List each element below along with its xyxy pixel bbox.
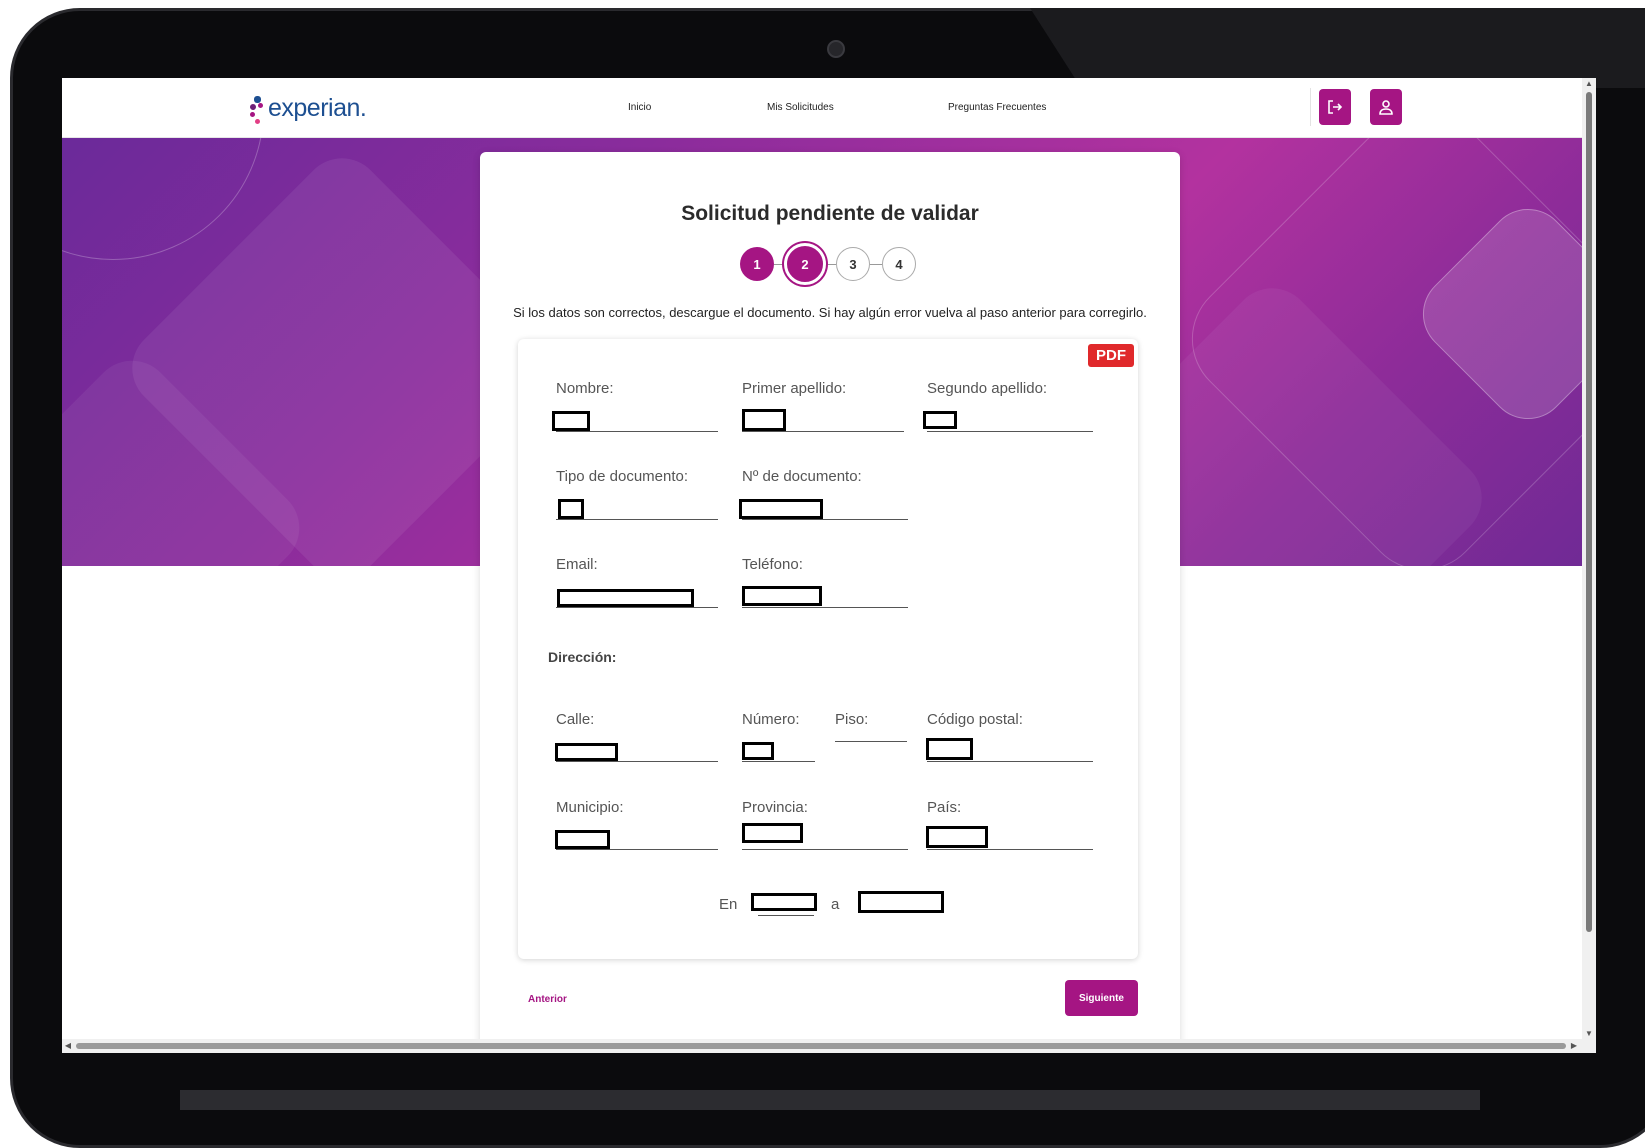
- step-1: 1: [740, 247, 774, 281]
- label-email: Email:: [556, 556, 598, 573]
- next-button[interactable]: Siguiente: [1065, 980, 1138, 1016]
- redacted-calle: [555, 743, 618, 761]
- footer-en-label: En: [719, 896, 738, 913]
- validation-card: Solicitud pendiente de validar 1 2 3 4 S…: [480, 152, 1180, 1053]
- label-piso: Piso:: [835, 711, 869, 728]
- vertical-scroll-thumb[interactable]: [1586, 92, 1592, 932]
- field-underline: [927, 431, 1093, 432]
- field-underline: [927, 849, 1093, 850]
- redacted-fecha: [858, 891, 944, 913]
- laptop-base: [180, 1090, 1480, 1110]
- redacted-email: [557, 589, 694, 607]
- nav-preguntas-frecuentes[interactable]: Preguntas Frecuentes: [948, 102, 1046, 113]
- logout-icon: [1328, 100, 1343, 114]
- progress-stepper: 1 2 3 4: [740, 243, 930, 285]
- field-underline: [556, 431, 718, 432]
- label-provincia: Provincia:: [742, 799, 808, 816]
- scroll-left-icon[interactable]: ◀: [62, 1039, 74, 1053]
- step-connector: [870, 264, 882, 265]
- label-numero: Número:: [742, 711, 800, 728]
- field-underline: [835, 741, 907, 742]
- previous-button[interactable]: Anterior: [528, 994, 567, 1005]
- field-underline: [556, 607, 718, 608]
- laptop-bezel-reflection: [1030, 8, 1645, 88]
- field-underline: [927, 761, 1093, 762]
- field-underline: [742, 431, 904, 432]
- instructions-text: Si los datos son correctos, descargue el…: [513, 305, 1147, 320]
- vertical-scrollbar[interactable]: ▲ ▼: [1582, 78, 1596, 1053]
- field-underline: [556, 761, 718, 762]
- pdf-download-icon[interactable]: PDF: [1088, 344, 1134, 367]
- page-title: Solicitud pendiente de validar: [681, 202, 979, 225]
- user-icon: [1379, 100, 1393, 115]
- redacted-segundo-apellido: [923, 411, 957, 429]
- scroll-right-icon[interactable]: ▶: [1568, 1039, 1580, 1053]
- step-4: 4: [882, 247, 916, 281]
- section-direccion: Dirección:: [548, 649, 617, 665]
- label-tipo-documento: Tipo de documento:: [556, 468, 689, 485]
- label-primer-apellido: Primer apellido:: [742, 380, 847, 397]
- nav-mis-solicitudes[interactable]: Mis Solicitudes: [767, 102, 834, 113]
- field-underline: [758, 915, 814, 916]
- document-preview: PDF Nombre: Primer apellido: Segundo ape…: [518, 339, 1138, 959]
- browser-viewport: experian. Inicio Mis Solicitudes Pregunt…: [62, 78, 1596, 1053]
- field-underline: [556, 519, 718, 520]
- label-num-documento: Nº de documento:: [742, 468, 862, 485]
- logo-text: experian.: [268, 93, 367, 122]
- field-underline: [742, 849, 908, 850]
- top-navbar: experian. Inicio Mis Solicitudes Pregunt…: [62, 78, 1596, 138]
- label-municipio: Municipio:: [556, 799, 624, 816]
- redacted-codigo-postal: [926, 738, 973, 760]
- redacted-primer-apellido: [742, 409, 786, 431]
- nav-divider: [1310, 88, 1311, 126]
- redacted-telefono: [742, 586, 822, 606]
- label-telefono: Teléfono:: [742, 556, 803, 573]
- nav-inicio[interactable]: Inicio: [628, 102, 651, 113]
- redacted-num-documento: [739, 499, 823, 519]
- label-pais: País:: [927, 799, 962, 816]
- label-calle: Calle:: [556, 711, 595, 728]
- horizontal-scrollbar[interactable]: ◀ ▶: [62, 1039, 1582, 1053]
- redacted-nombre: [552, 411, 590, 431]
- experian-logo[interactable]: experian.: [250, 90, 367, 126]
- redacted-tipo-documento: [558, 499, 584, 519]
- field-underline: [742, 607, 908, 608]
- field-underline: [742, 761, 815, 762]
- horizontal-scroll-thumb[interactable]: [76, 1043, 1566, 1049]
- redacted-provincia: [742, 823, 803, 843]
- step-3: 3: [836, 247, 870, 281]
- redacted-municipio: [555, 830, 610, 849]
- profile-button[interactable]: [1370, 89, 1402, 125]
- field-underline: [556, 849, 718, 850]
- camera-icon: [827, 40, 845, 58]
- redacted-lugar: [751, 893, 817, 911]
- scroll-down-icon[interactable]: ▼: [1582, 1028, 1596, 1040]
- redacted-pais: [926, 826, 988, 848]
- label-codigo-postal: Código postal:: [927, 711, 1023, 728]
- logout-button[interactable]: [1319, 89, 1351, 125]
- redacted-numero: [742, 742, 774, 760]
- field-underline: [742, 519, 908, 520]
- scroll-up-icon[interactable]: ▲: [1582, 78, 1596, 90]
- step-2-current: 2: [784, 243, 826, 285]
- footer-a-label: a: [831, 896, 840, 913]
- label-segundo-apellido: Segundo apellido:: [927, 380, 1048, 397]
- logo-dots-icon: [250, 90, 266, 126]
- label-nombre: Nombre:: [556, 380, 614, 397]
